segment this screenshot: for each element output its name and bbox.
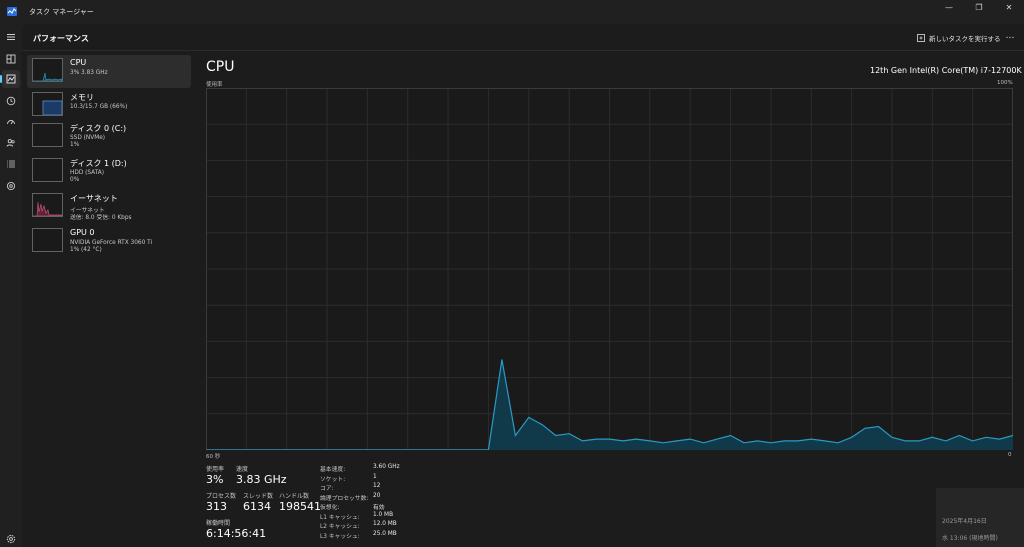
services-icon: [6, 181, 16, 191]
handles-value: 198541: [279, 500, 321, 513]
device-detail: 10.3/15.7 GB (66%): [70, 104, 128, 110]
speed-label: 速度: [236, 466, 249, 473]
spec-value: 有効: [373, 505, 385, 511]
window-title: タスク マネージャー: [29, 8, 94, 16]
gpu-0-thumbnail: [32, 228, 63, 252]
users-icon: [6, 139, 15, 147]
threads-value: 6134: [243, 500, 271, 513]
usage-label: 使用率: [206, 466, 225, 473]
page-title: パフォーマンス: [33, 34, 89, 43]
device-throughput: 送信: 8.0 受信: 0 Kbps: [70, 215, 132, 221]
spec-label: ソケット:: [320, 477, 346, 483]
device-name: GPU 0: [70, 228, 95, 237]
processes-label: プロセス数: [206, 493, 237, 500]
device-detail: NVIDIA GeForce RTX 3060 Ti: [70, 240, 153, 246]
task-manager-app-icon: [7, 7, 17, 16]
device-usage: 1% (42 °C): [70, 247, 102, 253]
spec-value: 12.0 MB: [373, 521, 397, 527]
device-name: イーサネット: [70, 194, 118, 203]
details-icon: [7, 160, 15, 168]
taskbar-date: 2025年4月16日: [942, 518, 987, 525]
spec-value: 1.0 MB: [373, 512, 394, 518]
spec-value: 25.0 MB: [373, 531, 397, 537]
graph-y-label: 使用率: [206, 82, 223, 88]
device-detail: HDD (SATA): [70, 170, 105, 176]
disk-0-thumbnail: [32, 123, 63, 147]
device-item-disk-1[interactable]: ディスク 1 (D:) HDD (SATA) 0%: [27, 155, 191, 188]
device-item-disk-0[interactable]: ディスク 0 (C:) SSD (NVMe) 1%: [27, 120, 191, 153]
cpu-model-name: 12th Gen Intel(R) Core(TM) i7-12700K: [870, 66, 1022, 75]
nav-processes[interactable]: [2, 50, 20, 68]
nav-settings[interactable]: [2, 530, 20, 547]
device-item-memory[interactable]: メモリ 10.3/15.7 GB (66%): [27, 89, 191, 122]
spec-label: L3 キャッシュ:: [320, 534, 360, 540]
device-name: CPU: [70, 58, 87, 67]
device-detail: 3% 3.83 GHz: [70, 70, 108, 76]
hamburger-icon: [7, 34, 15, 40]
minimize-button[interactable]: —: [934, 0, 964, 24]
uptime-value: 6:14:56:41: [206, 527, 267, 540]
device-usage: 1%: [70, 142, 80, 148]
app-history-icon: [6, 96, 16, 106]
taskbar-time: 水 13:06 (現地時間): [942, 535, 998, 542]
ethernet-thumbnail: [32, 193, 63, 217]
title-bar: タスク マネージャー — ❐ ✕: [0, 0, 1024, 24]
spec-label: コア:: [320, 486, 334, 492]
spec-value: 3.60 GHz: [373, 464, 400, 470]
device-name: ディスク 1 (D:): [70, 159, 127, 168]
device-item-ethernet[interactable]: イーサネット イーサネット 送信: 8.0 受信: 0 Kbps: [27, 190, 191, 223]
main-panel: パフォーマンス 新しいタスクを実行する … CPU 3% 3.83 GHz メモ…: [22, 24, 1024, 547]
spec-value: 12: [373, 483, 381, 489]
more-options-button[interactable]: …: [1002, 30, 1018, 45]
processes-icon: [6, 54, 16, 64]
navigation-rail: [0, 24, 22, 547]
run-new-task-button[interactable]: 新しいタスクを実行する: [914, 30, 1005, 45]
cpu-usage-graph: [206, 88, 1013, 450]
nav-details[interactable]: [2, 155, 20, 173]
cpu-thumbnail: [32, 58, 63, 82]
menu-button[interactable]: [2, 28, 20, 46]
spec-label: L2 キャッシュ:: [320, 524, 360, 530]
device-item-cpu[interactable]: CPU 3% 3.83 GHz: [27, 55, 191, 88]
nav-users[interactable]: [2, 134, 20, 152]
device-name: メモリ: [70, 93, 94, 102]
speed-value: 3.83 GHz: [236, 473, 287, 486]
nav-app-history[interactable]: [2, 92, 20, 110]
spec-label: L1 キャッシュ:: [320, 515, 360, 521]
handles-label: ハンドル数: [279, 493, 310, 500]
nav-startup-apps[interactable]: [2, 113, 20, 131]
maximize-button[interactable]: ❐: [964, 0, 994, 24]
taskbar-clock[interactable]: 2025年4月16日 水 13:06 (現地時間): [936, 488, 1024, 547]
close-button[interactable]: ✕: [994, 0, 1024, 24]
device-name: ディスク 0 (C:): [70, 124, 127, 133]
usage-value: 3%: [206, 473, 224, 486]
graph-y-max: 100%: [997, 80, 1013, 86]
device-usage: 0%: [70, 177, 80, 183]
spec-value: 20: [373, 493, 381, 499]
processes-value: 313: [206, 500, 227, 513]
device-item-gpu-0[interactable]: GPU 0 NVIDIA GeForce RTX 3060 Ti 1% (42 …: [27, 225, 191, 258]
nav-performance[interactable]: [0, 70, 20, 88]
nav-services[interactable]: [2, 177, 20, 195]
spec-value: 1: [373, 474, 377, 480]
uptime-label: 稼働時間: [206, 520, 231, 527]
cpu-heading: CPU: [206, 59, 235, 75]
graph-x-label: 60 秒: [206, 454, 221, 460]
performance-icon: [6, 74, 16, 84]
spec-label: 仮想化:: [320, 505, 340, 511]
settings-icon: [6, 534, 16, 544]
startup-apps-icon: [7, 120, 15, 125]
threads-label: スレッド数: [243, 493, 274, 500]
memory-thumbnail: [32, 92, 63, 116]
disk-1-thumbnail: [32, 158, 63, 182]
spec-label: 論理プロセッサ数:: [320, 496, 369, 502]
run-task-icon: [917, 33, 925, 42]
device-detail: SSD (NVMe): [70, 135, 106, 141]
spec-label: 基本速度:: [320, 467, 346, 473]
page-header: パフォーマンス 新しいタスクを実行する …: [22, 24, 1024, 51]
graph-x-min: 0: [1008, 452, 1012, 458]
run-new-task-label: 新しいタスクを実行する: [929, 34, 1001, 43]
